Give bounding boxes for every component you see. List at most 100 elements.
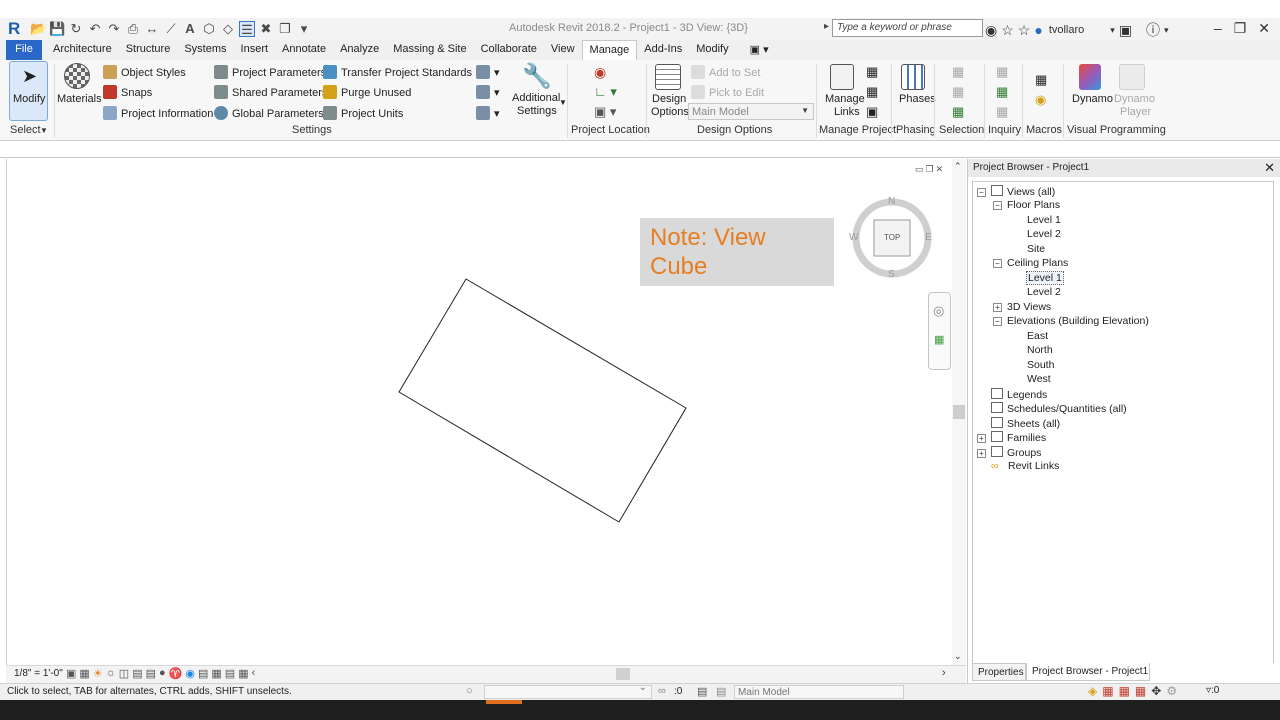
reveal-constraints-icon[interactable]: ▦ bbox=[238, 667, 248, 680]
tab-analyze[interactable]: Analyze bbox=[333, 40, 386, 60]
phases-icon[interactable] bbox=[901, 64, 925, 90]
select-underlay-icon[interactable]: ▦ bbox=[1102, 684, 1113, 698]
detail-level-icon[interactable]: ▣ bbox=[66, 667, 76, 680]
measure-icon[interactable]: ↔ bbox=[144, 21, 160, 37]
expand-toggle-icon[interactable]: + bbox=[977, 449, 986, 458]
shared-parameters-button[interactable]: Shared Parameters bbox=[214, 85, 327, 99]
sun-path-icon[interactable]: ☀ bbox=[93, 667, 103, 680]
tab-file[interactable]: File bbox=[6, 40, 42, 60]
wrench-icon[interactable]: 🔧 bbox=[522, 62, 552, 91]
tab-modify[interactable]: Modify bbox=[689, 40, 735, 60]
tree-node-legends[interactable]: Legends bbox=[991, 388, 1047, 402]
search-input[interactable]: Type a keyword or phrase bbox=[832, 19, 983, 37]
panel-schedule-dropdown[interactable]: ▾ bbox=[476, 106, 500, 120]
select-dropdown-icon[interactable]: ▼ bbox=[40, 126, 48, 135]
tab-massing-site[interactable]: Massing & Site bbox=[386, 40, 473, 60]
tree-node-ceiling-plans[interactable]: − Ceiling Plans bbox=[993, 257, 1068, 271]
dimension-icon[interactable]: ⟋ bbox=[163, 21, 179, 37]
coordinates-icon[interactable]: ∟ ▾ bbox=[594, 84, 617, 100]
tab-manage[interactable]: Manage bbox=[581, 40, 638, 60]
search-expand-icon[interactable]: ▸ bbox=[824, 21, 829, 32]
view-scale[interactable]: 1/8" = 1'-0" bbox=[14, 668, 63, 679]
revit-logo[interactable]: R bbox=[8, 19, 20, 39]
phases-button[interactable]: Phases bbox=[899, 93, 936, 105]
tree-node-site[interactable]: Site bbox=[1027, 243, 1045, 257]
project-parameters-button[interactable]: Project Parameters bbox=[214, 65, 326, 79]
tab-insert[interactable]: Insert bbox=[234, 40, 276, 60]
tree-node-elevations[interactable]: − Elevations (Building Elevation) bbox=[993, 315, 1149, 329]
compass-east[interactable]: E bbox=[925, 232, 932, 243]
crop-view-icon[interactable]: ▤ bbox=[132, 667, 142, 680]
global-parameters-button[interactable]: Global Parameters bbox=[214, 106, 324, 120]
zoom-icon[interactable]: ▦ bbox=[934, 333, 944, 346]
tree-node-floor-level-1[interactable]: Level 1 bbox=[1027, 214, 1061, 228]
viewcube[interactable]: TOP N S E W bbox=[849, 196, 933, 280]
user-icon[interactable]: ● bbox=[1034, 22, 1042, 38]
worksets-icon[interactable]: ○ bbox=[466, 685, 473, 697]
compass-south[interactable]: S bbox=[888, 269, 895, 280]
temporary-hide-icon[interactable]: ♈ bbox=[169, 667, 183, 680]
tab-properties[interactable]: Properties bbox=[972, 663, 1026, 681]
manage-links-line1[interactable]: Manage bbox=[825, 93, 865, 105]
viewcube-top-face[interactable]: TOP bbox=[884, 233, 900, 242]
project-information-button[interactable]: Project Information bbox=[103, 106, 213, 120]
additional-settings-line2[interactable]: Settings bbox=[517, 105, 557, 117]
customize-toolbar-icon[interactable]: ▾ bbox=[296, 21, 312, 37]
additional-settings-dropdown-icon[interactable]: ▼ bbox=[559, 98, 567, 107]
materials-button[interactable]: Materials bbox=[57, 93, 102, 105]
select-links-icon[interactable]: ◈ bbox=[1088, 684, 1097, 698]
tree-node-sheets[interactable]: Sheets (all) bbox=[991, 417, 1060, 431]
dynamo-button[interactable]: Dynamo bbox=[1072, 93, 1113, 105]
background-processes-icon[interactable]: ⚙ bbox=[1166, 684, 1177, 698]
select-panel-label[interactable]: Select bbox=[10, 124, 41, 136]
project-units-button[interactable]: Project Units bbox=[323, 106, 403, 120]
materials-icon[interactable] bbox=[64, 63, 90, 89]
vertical-scrollbar[interactable]: ⌃ ⌄ bbox=[952, 159, 966, 665]
default-3d-view-icon[interactable]: ⬡ bbox=[201, 21, 217, 37]
tab-structure[interactable]: Structure bbox=[119, 40, 178, 60]
shadows-icon[interactable]: ☼ bbox=[106, 667, 116, 680]
scroll-down-icon[interactable]: ⌄ bbox=[954, 651, 962, 662]
render-icon[interactable]: ◫ bbox=[119, 667, 129, 680]
transfer-project-standards-button[interactable]: Transfer Project Standards bbox=[323, 65, 472, 79]
status-design-option-select[interactable]: Main Model bbox=[734, 685, 904, 699]
tree-node-ceiling-level-2[interactable]: Level 2 bbox=[1027, 286, 1061, 300]
help-icon[interactable]: ⓘ bbox=[1146, 20, 1160, 40]
close-hidden-windows-icon[interactable]: ✖ bbox=[258, 21, 274, 37]
text-icon[interactable]: A bbox=[182, 21, 198, 37]
expand-toggle-icon[interactable]: + bbox=[977, 434, 986, 443]
manage-links-icon[interactable] bbox=[830, 64, 854, 90]
macro-security-icon[interactable]: ◉ bbox=[1035, 92, 1046, 108]
editable-only-icon[interactable]: ∞ bbox=[658, 685, 666, 697]
tree-node-floor-plans[interactable]: − Floor Plans bbox=[993, 199, 1060, 213]
reveal-hidden-icon[interactable]: ◉ bbox=[185, 667, 195, 680]
edit-selection-icon[interactable]: ▦ bbox=[952, 104, 964, 120]
select-by-face-icon[interactable]: ▦ bbox=[1135, 684, 1146, 698]
print-icon[interactable]: ⎙ bbox=[125, 21, 141, 37]
horizontal-scroll-thumb[interactable] bbox=[616, 668, 630, 680]
tree-node-south[interactable]: South bbox=[1027, 359, 1054, 373]
tree-node-ceiling-level-1[interactable]: Level 1 bbox=[1026, 271, 1064, 286]
mep-settings-dropdown[interactable]: ▾ bbox=[476, 85, 500, 99]
select-by-id-icon[interactable]: ▦ bbox=[996, 84, 1008, 100]
tree-node-3d-views[interactable]: +3D Views bbox=[993, 301, 1051, 315]
tab-annotate[interactable]: Annotate bbox=[275, 40, 333, 60]
design-option-select[interactable]: Main Model ▼ bbox=[688, 103, 814, 120]
starting-view-icon[interactable]: ▣ bbox=[866, 104, 878, 120]
scroll-right-icon[interactable]: › bbox=[942, 667, 946, 679]
collapse-toggle-icon[interactable]: − bbox=[993, 201, 1002, 210]
tree-node-schedules[interactable]: Schedules/Quantities (all) bbox=[991, 402, 1127, 416]
tree-node-north[interactable]: North bbox=[1027, 344, 1053, 358]
section-icon[interactable]: ◇ bbox=[220, 21, 236, 37]
macro-manager-icon[interactable]: ▦ bbox=[1035, 72, 1047, 88]
minimize-icon[interactable]: – bbox=[1214, 20, 1222, 37]
collapse-toggle-icon[interactable]: − bbox=[993, 317, 1002, 326]
ribbon-display-toggle-icon[interactable]: ▣ ▾ bbox=[736, 40, 776, 60]
tab-collaborate[interactable]: Collaborate bbox=[474, 40, 544, 60]
dynamo-icon[interactable] bbox=[1079, 64, 1101, 90]
close-window-icon[interactable]: ✕ bbox=[1258, 20, 1270, 37]
compass-north[interactable]: N bbox=[888, 196, 895, 207]
collapse-toggle-icon[interactable]: − bbox=[977, 188, 986, 197]
steering-wheel-icon[interactable]: ◎ bbox=[933, 303, 944, 319]
select-pinned-icon[interactable]: ▦ bbox=[1119, 684, 1130, 698]
